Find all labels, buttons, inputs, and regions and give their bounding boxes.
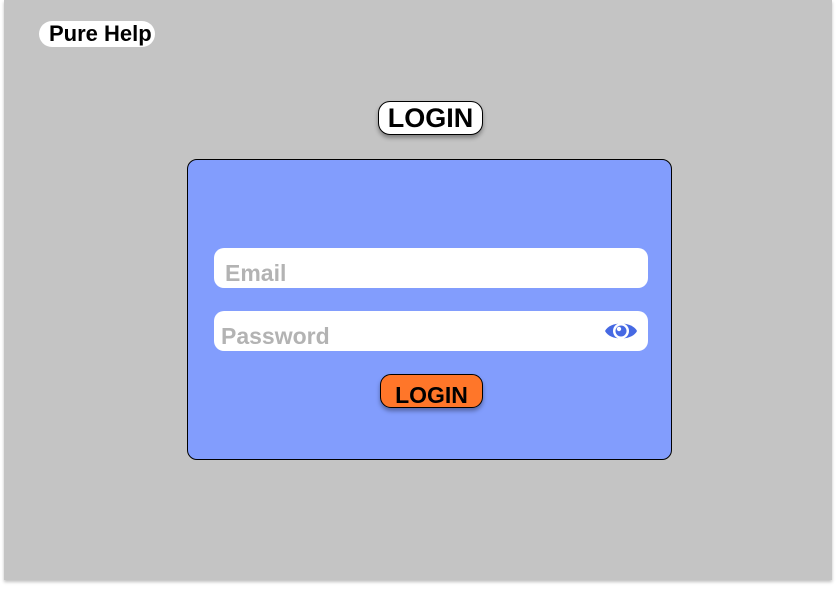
email-input[interactable] xyxy=(214,248,648,288)
password-field xyxy=(214,311,648,351)
login-button[interactable]: LOGIN xyxy=(380,374,483,408)
login-card: LOGIN xyxy=(187,159,672,460)
password-input[interactable] xyxy=(214,311,648,351)
page-title: LOGIN xyxy=(378,101,483,135)
eye-icon[interactable] xyxy=(604,318,638,344)
brand-logo[interactable]: Pure Help xyxy=(39,21,155,47)
app-canvas: Pure Help LOGIN LOGIN xyxy=(4,0,832,580)
email-field xyxy=(214,248,648,288)
